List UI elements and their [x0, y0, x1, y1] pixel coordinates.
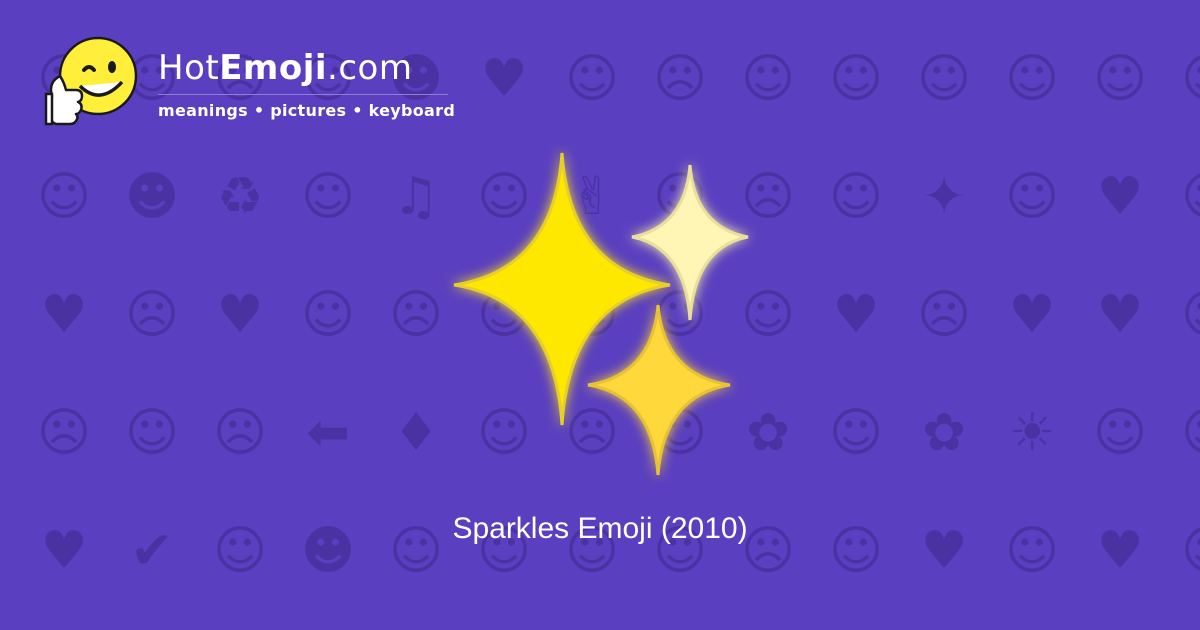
background-emoji: ☺ — [1164, 20, 1200, 138]
background-emoji: ☺ — [300, 285, 356, 345]
background-emoji: ♥ — [40, 285, 88, 345]
background-emoji: ☺ — [916, 49, 972, 109]
sparkle-small-top — [631, 164, 749, 321]
sparkle-small-bottom — [587, 304, 731, 476]
background-emoji: ☺ — [1004, 167, 1060, 227]
background-emoji: ⬅ — [306, 403, 350, 463]
background-emoji: ♥ — [1008, 285, 1056, 345]
brand-tagline: meanings • pictures • keyboard — [158, 101, 456, 120]
background-emoji: ☺ — [564, 49, 620, 109]
brand-name: HotEmoji.com — [158, 48, 455, 88]
background-emoji: ♥ — [480, 49, 528, 109]
background-emoji: ☹ — [916, 285, 972, 345]
background-emoji: ☻ — [124, 167, 180, 227]
background-emoji: ☺ — [1164, 138, 1200, 256]
background-emoji: ☺ — [1092, 49, 1148, 109]
background-emoji: ☺ — [1004, 521, 1060, 581]
background-emoji: ♥ — [216, 285, 264, 345]
background-emoji: ♻ — [216, 167, 264, 227]
brand-divider — [158, 94, 448, 95]
sparkles-icon — [453, 152, 749, 476]
background-emoji: ☺ — [564, 521, 620, 581]
background-emoji: ☹ — [740, 521, 796, 581]
background-emoji: ✔ — [130, 521, 174, 581]
background-emoji: ☹ — [124, 285, 180, 345]
background-emoji: ☺ — [740, 49, 796, 109]
site-logo[interactable]: HotEmoji.com meanings • pictures • keybo… — [40, 34, 455, 134]
background-emoji: ☹ — [212, 403, 268, 463]
background-emoji: ☺ — [1004, 49, 1060, 109]
thumbs-up-winking-face-icon — [44, 36, 138, 126]
background-emoji: ☺ — [300, 167, 356, 227]
background-emoji: ☹ — [36, 403, 92, 463]
background-emoji: ✦ — [922, 167, 966, 227]
background-emoji: ♥ — [1096, 167, 1144, 227]
background-emoji: ☺ — [828, 167, 884, 227]
background-emoji: ♥ — [40, 521, 88, 581]
brand-name-part3: .com — [327, 48, 413, 88]
background-emoji: ☺ — [652, 521, 708, 581]
background-emoji: ☺ — [828, 521, 884, 581]
brand-name-part1: Hot — [158, 48, 220, 88]
background-emoji: ☺ — [476, 521, 532, 581]
background-emoji: ✿ — [922, 403, 966, 463]
brand-name-part2: Emoji — [219, 48, 328, 88]
background-emoji: ♥ — [832, 285, 880, 345]
background-emoji: ☺ — [212, 521, 268, 581]
emoji-caption: Sparkles Emoji (2010) — [452, 512, 748, 545]
background-emoji: ☺ — [36, 167, 92, 227]
background-emoji: ☺ — [1164, 256, 1200, 374]
background-emoji: ♥ — [1096, 521, 1144, 581]
background-emoji: ☺ — [1092, 403, 1148, 463]
background-emoji: ☺ — [828, 49, 884, 109]
background-emoji: ☀ — [1008, 403, 1056, 463]
background-emoji: ☹ — [652, 49, 708, 109]
background-emoji: ☺ — [388, 521, 444, 581]
brand-text: HotEmoji.com meanings • pictures • keybo… — [158, 48, 455, 120]
background-emoji: ☻ — [300, 521, 356, 581]
background-emoji: ☺ — [828, 403, 884, 463]
background-emoji: ☺ — [1164, 492, 1200, 610]
background-emoji: ☺ — [124, 403, 180, 463]
background-emoji: ♥ — [1096, 285, 1144, 345]
background-emoji: ♥ — [920, 521, 968, 581]
background-emoji: ☺ — [1164, 374, 1200, 492]
